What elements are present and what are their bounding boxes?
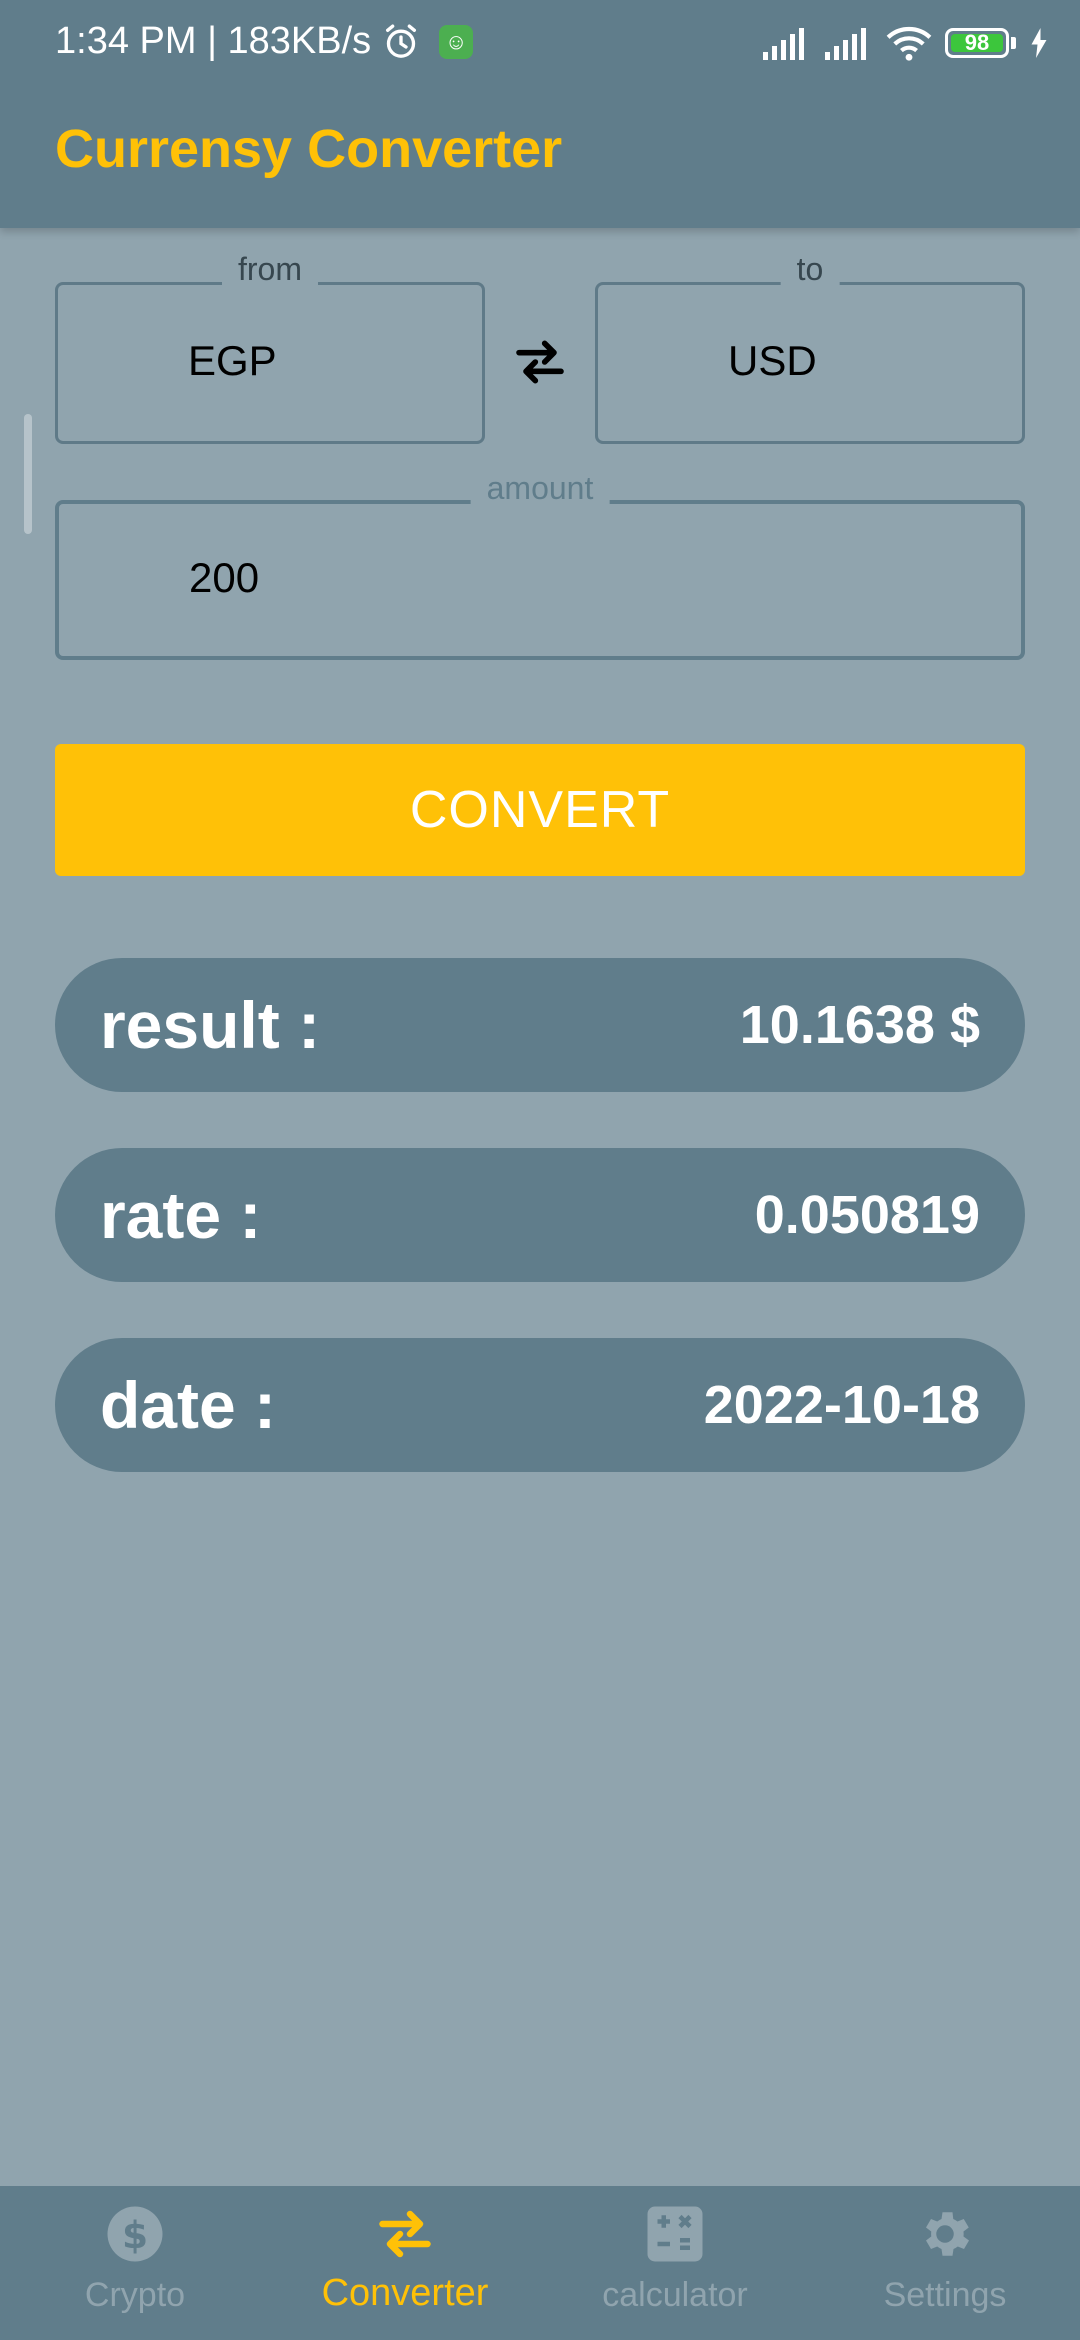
top-app-bar: 1:34 PM | 183KB/s ☺ 98 Currensy Converte… xyxy=(0,0,1080,228)
wifi-icon xyxy=(886,26,932,61)
app-title: Currensy Converter xyxy=(55,119,563,179)
amount-value[interactable]: 200 xyxy=(189,554,259,602)
swap-currencies-icon[interactable] xyxy=(512,334,568,390)
nav-label-crypto: Crypto xyxy=(84,2276,186,2314)
scroll-indicator xyxy=(24,414,32,534)
result-label: result : xyxy=(100,988,321,1062)
nav-label-converter: Converter xyxy=(321,2272,489,2314)
alarm-icon xyxy=(386,24,417,58)
signal-icon xyxy=(763,28,804,60)
to-currency-value[interactable]: USD xyxy=(728,337,817,385)
rate-card: rate : 0.050819 xyxy=(55,1148,1025,1282)
rate-label: rate : xyxy=(100,1178,262,1252)
swap-icon xyxy=(379,2210,431,2258)
charging-icon xyxy=(1031,28,1047,58)
status-bar: 1:34 PM | 183KB/s ☺ 98 xyxy=(0,0,1080,88)
result-card: result : 10.1638 $ xyxy=(55,958,1025,1092)
battery-level: 98 xyxy=(964,30,990,55)
gear-icon xyxy=(926,2212,969,2256)
dollar-circle-icon: $ xyxy=(107,2206,163,2262)
bottom-navigation: $ Crypto Converter calculator Settings xyxy=(0,2186,1080,2340)
to-currency-field[interactable]: to USD xyxy=(595,251,1025,444)
nav-item-crypto[interactable]: $ Crypto xyxy=(0,2186,270,2340)
date-card: date : 2022-10-18 xyxy=(55,1338,1025,1472)
from-label: from xyxy=(222,251,318,288)
status-right: 98 xyxy=(761,24,1050,62)
nav-item-calculator[interactable]: calculator xyxy=(540,2186,810,2340)
rate-value: 0.050819 xyxy=(754,1185,980,1245)
from-currency-field[interactable]: from EGP xyxy=(55,251,485,444)
convert-button[interactable]: CONVERT xyxy=(55,744,1025,876)
from-currency-value[interactable]: EGP xyxy=(188,337,277,385)
notification-app-icon: ☺ xyxy=(439,24,474,59)
amount-field[interactable]: amount 200 xyxy=(55,470,1025,660)
nav-item-converter[interactable]: Converter xyxy=(270,2186,540,2340)
status-left: 1:34 PM | 183KB/s ☺ xyxy=(55,20,474,63)
signal-icon-2 xyxy=(825,28,866,60)
date-value: 2022-10-18 xyxy=(703,1375,980,1435)
result-value: 10.1638 $ xyxy=(739,995,980,1055)
to-label: to xyxy=(780,251,840,288)
nav-item-settings[interactable]: Settings xyxy=(810,2186,1080,2340)
amount-label: amount xyxy=(470,470,610,507)
calculator-icon xyxy=(647,2206,703,2262)
date-label: date : xyxy=(100,1368,277,1442)
nav-label-settings: Settings xyxy=(883,2276,1007,2314)
battery-indicator: 98 xyxy=(945,28,1009,58)
svg-text:$: $ xyxy=(122,2213,148,2257)
status-time-speed: 1:34 PM | 183KB/s xyxy=(55,20,372,62)
nav-label-calculator: calculator xyxy=(602,2276,748,2314)
battery-tip xyxy=(1011,37,1016,49)
